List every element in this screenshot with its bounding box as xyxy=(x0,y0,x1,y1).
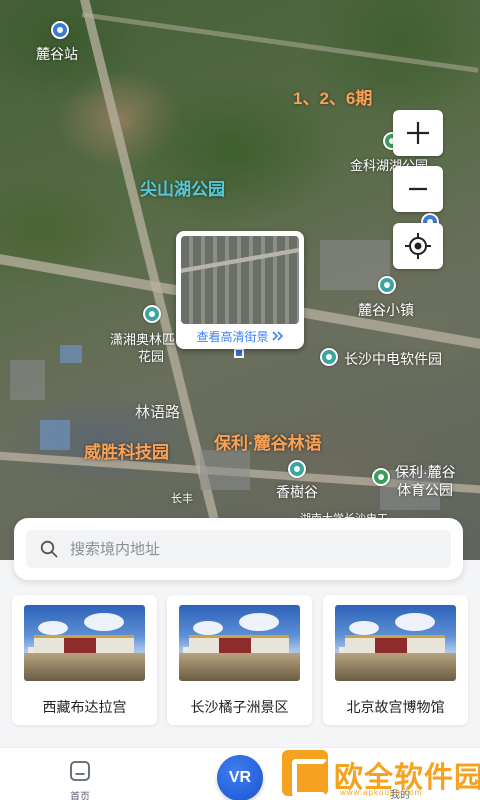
poi-pin-icon[interactable] xyxy=(143,305,161,323)
station-pin-icon[interactable] xyxy=(51,21,69,39)
current-location-marker xyxy=(234,348,244,358)
map-label-lugu-town: 麓谷小镇 xyxy=(358,302,414,318)
zoom-out-button[interactable] xyxy=(393,166,443,212)
attraction-image xyxy=(335,605,456,681)
attraction-card[interactable]: 西藏布达拉宫 xyxy=(12,595,157,725)
map-building xyxy=(10,360,45,400)
watermark-logo-icon xyxy=(282,750,328,797)
map-label-linyu-road: 林语路 xyxy=(135,404,181,421)
attraction-title: 长沙橘子洲景区 xyxy=(190,699,289,715)
streetview-label: 查看高清街景 xyxy=(196,330,269,344)
watermark-url: www.apkoujin.com xyxy=(340,788,423,797)
map-building xyxy=(60,345,82,363)
streetview-thumbnail xyxy=(181,236,299,324)
attraction-list: 西藏布达拉宫 长沙橘子洲景区 北京故宫博物馆 xyxy=(12,595,468,727)
map-label-changsha-cec: 长沙中电软件园 xyxy=(344,351,442,367)
map-label-changfeng: 长丰 xyxy=(171,493,193,505)
search-card xyxy=(14,518,463,580)
double-chevron-right-icon xyxy=(271,330,284,344)
map-label-poly-sports: 保利·麓谷 xyxy=(395,464,456,480)
vr-button[interactable]: VR xyxy=(217,755,263,800)
map-label-lugu-station: 麓谷站 xyxy=(36,46,78,62)
nav-home-label: 首页 xyxy=(70,792,90,800)
attraction-title: 北京故宫博物馆 xyxy=(346,699,445,715)
map-label-poly-sports-2: 体育公园 xyxy=(397,482,453,498)
attraction-card[interactable]: 北京故宫博物馆 xyxy=(323,595,468,725)
search-input[interactable] xyxy=(70,540,410,558)
plus-icon xyxy=(407,122,429,144)
attraction-image xyxy=(24,605,145,681)
map-label-xiangshugu: 香樹谷 xyxy=(276,484,318,500)
watermark: 欧全软件园 www.apkoujin.com xyxy=(282,750,480,800)
zoom-in-button[interactable] xyxy=(393,110,443,156)
map-label-xiaoxiang-2: 花园 xyxy=(138,349,165,364)
locate-me-button[interactable] xyxy=(393,223,443,269)
map-label-weisheng-park: 威胜科技园 xyxy=(84,443,169,462)
map-railway xyxy=(81,12,479,73)
home-icon xyxy=(70,761,90,781)
attraction-card[interactable]: 长沙橘子洲景区 xyxy=(167,595,312,725)
map-label-poly-linyu: 保利·麓谷林语 xyxy=(214,434,322,453)
poi-pin-icon[interactable] xyxy=(288,460,306,478)
satellite-map[interactable]: 麓谷站 1、2、6期 金科湖湖公园 尖山湖公园 麓谷小镇 潇湘奥林匹 花园 长沙… xyxy=(0,0,480,560)
map-label-jianshan-park: 尖山湖公园 xyxy=(140,180,225,199)
map-building xyxy=(200,450,250,490)
poi-pin-icon[interactable] xyxy=(320,348,338,366)
poi-pin-icon[interactable] xyxy=(378,276,396,294)
nav-home-tab[interactable]: 首页 xyxy=(55,760,105,800)
park-pin-icon[interactable] xyxy=(372,468,390,486)
attraction-image xyxy=(179,605,300,681)
map-label-phases: 1、2、6期 xyxy=(293,89,373,108)
streetview-popup[interactable]: 查看高清街景 xyxy=(176,231,304,349)
attraction-title: 西藏布达拉宫 xyxy=(42,699,127,715)
minus-icon xyxy=(409,187,427,191)
map-building xyxy=(40,420,70,450)
search-box[interactable] xyxy=(26,530,451,568)
search-icon xyxy=(40,540,58,558)
crosshair-icon xyxy=(405,233,431,259)
